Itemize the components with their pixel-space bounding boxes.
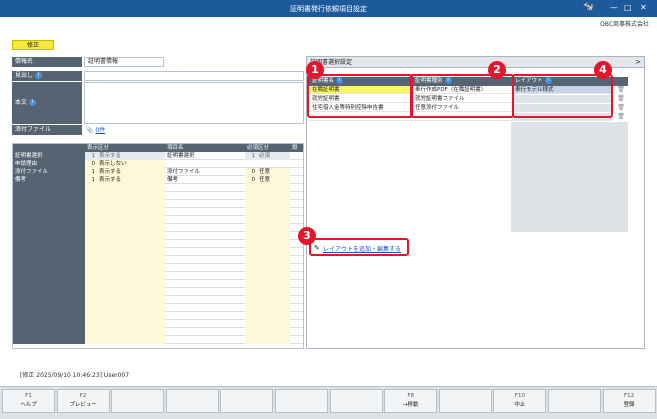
table-row[interactable] xyxy=(13,312,303,320)
fkey-button-6[interactable] xyxy=(275,389,328,413)
attach-label: 添付ファイル xyxy=(12,125,82,135)
table-row[interactable]: 添付ファイル 1 表示する 添付ファイル 0 任意 xyxy=(13,168,303,176)
table-row[interactable] xyxy=(13,320,303,328)
info-icon[interactable]: i xyxy=(35,72,43,79)
table-row[interactable] xyxy=(13,224,303,232)
name-label: 情報名 xyxy=(12,57,82,67)
fkey-button-7[interactable] xyxy=(329,389,383,413)
trash-icon[interactable]: 🗑 xyxy=(617,113,625,120)
fkey-button-1[interactable]: F1 ヘルプ xyxy=(2,389,55,413)
table-row[interactable] xyxy=(13,200,303,208)
function-key-bar: F1 ヘルプ F2 プレビュー F8 →移動 F10 中止 F12 登録 xyxy=(0,386,657,419)
item-grid: 表示区分 項目名 必須区分 設 証明書選択 1 表示する 証明書選択 1 必須 … xyxy=(12,143,304,349)
callout-badge-4: 4 xyxy=(594,61,612,79)
table-row[interactable] xyxy=(13,256,303,264)
col-setting: 設 xyxy=(290,144,303,152)
callout-badge-2: 2 xyxy=(488,61,506,79)
callout-badge-1: 1 xyxy=(306,61,324,79)
fkey-button-4[interactable] xyxy=(165,389,219,413)
status-line: [修正 2025/09/10 10:46:23] User007 xyxy=(20,372,130,379)
table-row[interactable] xyxy=(13,232,303,240)
callout-badge-3: 3 xyxy=(298,227,316,245)
table-row[interactable] xyxy=(13,216,303,224)
minimize-button[interactable]: — xyxy=(610,3,618,12)
fkey-button-8[interactable]: F8 →移動 xyxy=(384,389,438,413)
fkey-button-9[interactable] xyxy=(438,389,492,413)
highlight-box-cert-type xyxy=(410,74,514,118)
chevron-right-icon[interactable]: > xyxy=(635,57,641,68)
attach-count-link[interactable]: 0件 xyxy=(95,127,105,134)
table-row[interactable] xyxy=(13,304,303,312)
table-row[interactable]: 備考 1 表示する 備考 0 任意 xyxy=(13,176,303,184)
title-bar: 証明書発行依頼項目設定 🐄 — □ ✕ xyxy=(0,0,657,17)
layout-column-empty xyxy=(512,122,612,232)
fkey-button-3[interactable] xyxy=(111,389,165,413)
heading-label: 見出し i xyxy=(12,71,82,81)
table-row[interactable] xyxy=(13,240,303,248)
heading-input[interactable] xyxy=(84,71,304,81)
table-row[interactable] xyxy=(13,192,303,200)
table-row[interactable] xyxy=(13,336,303,344)
table-row[interactable] xyxy=(13,264,303,272)
highlight-box-cert-name xyxy=(307,74,413,118)
name-input[interactable]: 証明書情報 xyxy=(84,57,164,67)
company-name: OBC商事株式会社 xyxy=(600,21,649,28)
table-row[interactable] xyxy=(13,288,303,296)
mode-badge: 修正 xyxy=(12,40,54,50)
table-row[interactable]: 証明書選択 1 表示する 証明書選択 1 必須 xyxy=(13,152,303,160)
maximize-button[interactable]: □ xyxy=(624,3,632,12)
edit-icon: ✎ xyxy=(314,244,320,252)
table-row[interactable] xyxy=(13,184,303,192)
body-textarea[interactable] xyxy=(84,82,304,124)
trash-icon[interactable]: 🗑 xyxy=(617,104,625,111)
col-item-name: 項目名 xyxy=(165,144,245,152)
edit-layout-link[interactable]: レイアウトを追加・編集する xyxy=(323,244,401,253)
fkey-button-12[interactable]: F12 登録 xyxy=(602,389,656,413)
body-label: 本文 i xyxy=(12,82,82,124)
trash-icon[interactable]: 🗑 xyxy=(617,86,625,93)
table-row[interactable] xyxy=(13,328,303,336)
fkey-button-10[interactable]: F10 中止 xyxy=(493,389,547,413)
table-row[interactable]: 申請理由 0 表示しない xyxy=(13,160,303,168)
window-title: 証明書発行依頼項目設定 xyxy=(290,5,367,13)
paperclip-icon: 📎 xyxy=(86,127,94,134)
table-row[interactable] xyxy=(13,272,303,280)
table-row[interactable] xyxy=(13,248,303,256)
fkey-button-11[interactable] xyxy=(548,389,601,413)
fkey-button-2[interactable]: F2 プレビュー xyxy=(56,389,110,413)
table-row[interactable] xyxy=(13,296,303,304)
table-row[interactable] xyxy=(13,280,303,288)
table-row[interactable] xyxy=(13,208,303,216)
close-button[interactable]: ✕ xyxy=(640,3,647,12)
trash-icon[interactable]: 🗑 xyxy=(617,95,625,102)
col-display: 表示区分 xyxy=(85,144,165,152)
attach-field: 📎 0件 xyxy=(86,125,105,134)
info-icon[interactable]: i xyxy=(29,99,37,106)
fkey-button-5[interactable] xyxy=(220,389,274,413)
col-required: 必須区分 xyxy=(245,144,290,152)
highlight-box-layout xyxy=(512,74,613,118)
bugyo-logo-icon: 🐄 xyxy=(583,2,595,12)
